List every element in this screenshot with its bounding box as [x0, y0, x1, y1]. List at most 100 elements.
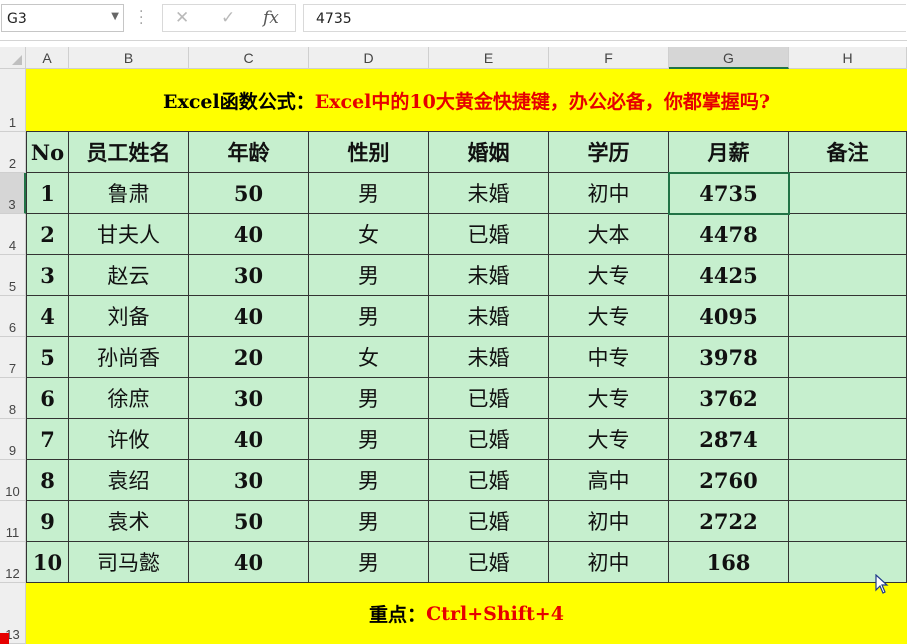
cell-education[interactable]: 大专: [549, 419, 669, 460]
cell-age[interactable]: 50: [189, 501, 309, 542]
header-cell-salary[interactable]: 月薪: [669, 132, 789, 173]
cell-marriage[interactable]: 已婚: [429, 214, 549, 255]
cell-no[interactable]: 3: [26, 255, 69, 296]
header-cell-remark[interactable]: 备注: [789, 132, 907, 173]
cell-age[interactable]: 30: [189, 460, 309, 501]
cell-age[interactable]: 20: [189, 337, 309, 378]
cell-no[interactable]: 5: [26, 337, 69, 378]
cell-salary[interactable]: 2760: [669, 460, 789, 501]
cell-remark[interactable]: [789, 419, 907, 460]
cell-age[interactable]: 40: [189, 542, 309, 583]
cell-name[interactable]: 许攸: [69, 419, 189, 460]
cell-no[interactable]: 8: [26, 460, 69, 501]
cell-salary[interactable]: 4478: [669, 214, 789, 255]
cell-name[interactable]: 徐庶: [69, 378, 189, 419]
row-header-8[interactable]: 8: [0, 378, 26, 419]
cell-age[interactable]: 40: [189, 419, 309, 460]
cell-no[interactable]: 6: [26, 378, 69, 419]
select-all-corner[interactable]: [0, 47, 26, 69]
cell-gender[interactable]: 男: [309, 296, 429, 337]
cell-marriage[interactable]: 已婚: [429, 501, 549, 542]
header-cell-age[interactable]: 年龄: [189, 132, 309, 173]
cell-salary[interactable]: 2722: [669, 501, 789, 542]
cell-salary[interactable]: 2874: [669, 419, 789, 460]
cell-no[interactable]: 7: [26, 419, 69, 460]
name-box[interactable]: G3 ▼: [1, 4, 124, 32]
formula-input[interactable]: 4735: [303, 4, 906, 32]
cell-gender[interactable]: 男: [309, 173, 429, 214]
cell-no[interactable]: 2: [26, 214, 69, 255]
tip-cell[interactable]: 重点： Ctrl+Shift+4: [26, 583, 907, 644]
cell-remark[interactable]: [789, 460, 907, 501]
cancel-icon[interactable]: ✕: [175, 8, 189, 28]
cell-remark[interactable]: [789, 255, 907, 296]
cell-education[interactable]: 初中: [549, 501, 669, 542]
worksheet-grid[interactable]: A B C D E F G H 1 2 3 4 5 6 7 8 9 10 11 …: [0, 47, 907, 644]
cell-gender[interactable]: 男: [309, 542, 429, 583]
cell-education[interactable]: 中专: [549, 337, 669, 378]
cell-education[interactable]: 大本: [549, 214, 669, 255]
cell-no[interactable]: 4: [26, 296, 69, 337]
cell-gender[interactable]: 男: [309, 460, 429, 501]
cell-no[interactable]: 10: [26, 542, 69, 583]
cell-gender[interactable]: 男: [309, 419, 429, 460]
header-cell-no[interactable]: No: [26, 132, 69, 173]
cell-gender[interactable]: 女: [309, 337, 429, 378]
cell-age[interactable]: 30: [189, 378, 309, 419]
cell-salary[interactable]: 4095: [669, 296, 789, 337]
column-header-b[interactable]: B: [69, 47, 189, 69]
cell-marriage[interactable]: 已婚: [429, 460, 549, 501]
cell-name[interactable]: 鲁肃: [69, 173, 189, 214]
cell-name[interactable]: 孙尚香: [69, 337, 189, 378]
enter-check-icon[interactable]: ✓: [221, 8, 235, 28]
cell-remark[interactable]: [789, 173, 907, 214]
row-header-11[interactable]: 11: [0, 501, 26, 542]
header-cell-gender[interactable]: 性别: [309, 132, 429, 173]
cell-name[interactable]: 袁术: [69, 501, 189, 542]
cell-gender[interactable]: 男: [309, 501, 429, 542]
row-header-4[interactable]: 4: [0, 214, 26, 255]
cell-age[interactable]: 50: [189, 173, 309, 214]
header-cell-education[interactable]: 学历: [549, 132, 669, 173]
cell-gender[interactable]: 男: [309, 378, 429, 419]
cell-salary[interactable]: 168: [669, 542, 789, 583]
cell-salary[interactable]: 4735: [669, 173, 789, 214]
cell-no[interactable]: 9: [26, 501, 69, 542]
cell-marriage[interactable]: 未婚: [429, 255, 549, 296]
title-cell[interactable]: Excel函数公式： Excel中的10大黄金快捷键，办公必备，你都掌握吗?: [26, 69, 907, 132]
cell-salary[interactable]: 3978: [669, 337, 789, 378]
cell-remark[interactable]: [789, 542, 907, 583]
row-header-1[interactable]: 1: [0, 69, 26, 132]
cell-name[interactable]: 刘备: [69, 296, 189, 337]
cell-education[interactable]: 初中: [549, 542, 669, 583]
row-header-12[interactable]: 12: [0, 542, 26, 583]
cell-education[interactable]: 大专: [549, 255, 669, 296]
cell-name[interactable]: 袁绍: [69, 460, 189, 501]
cell-education[interactable]: 初中: [549, 173, 669, 214]
cell-remark[interactable]: [789, 378, 907, 419]
row-header-6[interactable]: 6: [0, 296, 26, 337]
function-fx-icon[interactable]: fx: [263, 8, 279, 28]
cell-name[interactable]: 甘夫人: [69, 214, 189, 255]
column-header-g[interactable]: G: [669, 47, 789, 69]
cell-name[interactable]: 司马懿: [69, 542, 189, 583]
column-header-h[interactable]: H: [789, 47, 907, 69]
cell-age[interactable]: 30: [189, 255, 309, 296]
row-header-3[interactable]: 3: [0, 173, 26, 214]
cell-gender[interactable]: 男: [309, 255, 429, 296]
column-header-f[interactable]: F: [549, 47, 669, 69]
row-header-9[interactable]: 9: [0, 419, 26, 460]
cell-no[interactable]: 1: [26, 173, 69, 214]
column-header-c[interactable]: C: [189, 47, 309, 69]
cell-salary[interactable]: 3762: [669, 378, 789, 419]
cell-marriage[interactable]: 已婚: [429, 419, 549, 460]
cell-education[interactable]: 大专: [549, 378, 669, 419]
cell-education[interactable]: 大专: [549, 296, 669, 337]
cell-remark[interactable]: [789, 214, 907, 255]
cell-age[interactable]: 40: [189, 214, 309, 255]
cell-marriage[interactable]: 未婚: [429, 296, 549, 337]
cell-education[interactable]: 高中: [549, 460, 669, 501]
cell-marriage[interactable]: 未婚: [429, 337, 549, 378]
row-header-5[interactable]: 5: [0, 255, 26, 296]
cell-marriage[interactable]: 已婚: [429, 378, 549, 419]
